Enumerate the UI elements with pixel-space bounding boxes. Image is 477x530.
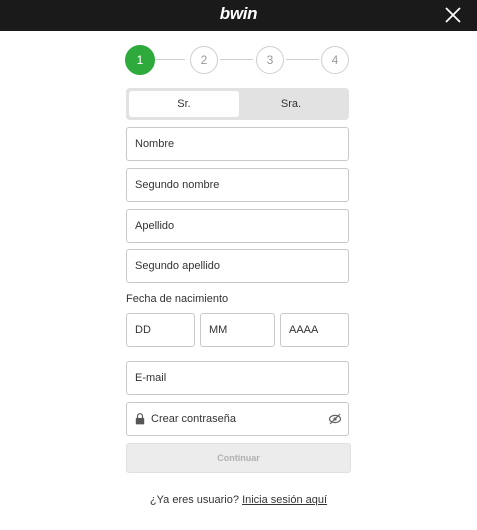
middle-name-field[interactable]: Segundo nombre	[126, 168, 349, 202]
dob-year-placeholder: AAAA	[289, 324, 319, 336]
last-name-placeholder: Apellido	[135, 220, 175, 232]
dob-year-field[interactable]: AAAA	[280, 313, 349, 347]
close-icon[interactable]	[443, 5, 463, 25]
lock-icon	[135, 413, 145, 425]
step-indicator: 1 2 3 4	[125, 45, 352, 75]
eye-off-icon[interactable]	[328, 412, 342, 426]
first-name-placeholder: Nombre	[135, 138, 175, 150]
middle-name-placeholder: Segundo nombre	[135, 179, 220, 191]
gender-option-sr[interactable]: Sr.	[129, 91, 239, 117]
password-field[interactable]: Crear contraseña	[126, 402, 349, 436]
gender-option-sra[interactable]: Sra.	[236, 91, 346, 117]
continue-button[interactable]: Continuar	[126, 443, 351, 473]
email-field[interactable]: E-mail	[126, 361, 349, 395]
second-last-name-placeholder: Segundo apellido	[135, 260, 221, 272]
step-2: 2	[190, 46, 218, 74]
dob-month-field[interactable]: MM	[200, 313, 275, 347]
step-connector	[286, 59, 319, 60]
dob-day-field[interactable]: DD	[126, 313, 195, 347]
dob-label: Fecha de nacimiento	[126, 293, 229, 305]
second-last-name-field[interactable]: Segundo apellido	[126, 249, 349, 283]
step-4: 4	[321, 46, 349, 74]
login-question: ¿Ya eres usuario?	[149, 494, 239, 506]
password-placeholder: Crear contraseña	[151, 413, 236, 425]
step-connector	[155, 59, 185, 60]
brand-logo[interactable]: bwin	[0, 4, 477, 24]
dob-day-placeholder: DD	[135, 324, 151, 336]
email-placeholder: E-mail	[135, 372, 167, 384]
gender-toggle: Sr. Sra.	[126, 88, 349, 120]
login-prompt: ¿Ya eres usuario? Inicia sesión aquí	[0, 494, 477, 506]
top-bar: bwin	[0, 0, 477, 31]
step-connector	[220, 59, 253, 60]
last-name-field[interactable]: Apellido	[126, 209, 349, 243]
login-link[interactable]: Inicia sesión aquí	[242, 494, 327, 506]
step-1: 1	[125, 45, 155, 75]
dob-month-placeholder: MM	[209, 324, 228, 336]
step-3: 3	[256, 46, 284, 74]
first-name-field[interactable]: Nombre	[126, 127, 349, 161]
